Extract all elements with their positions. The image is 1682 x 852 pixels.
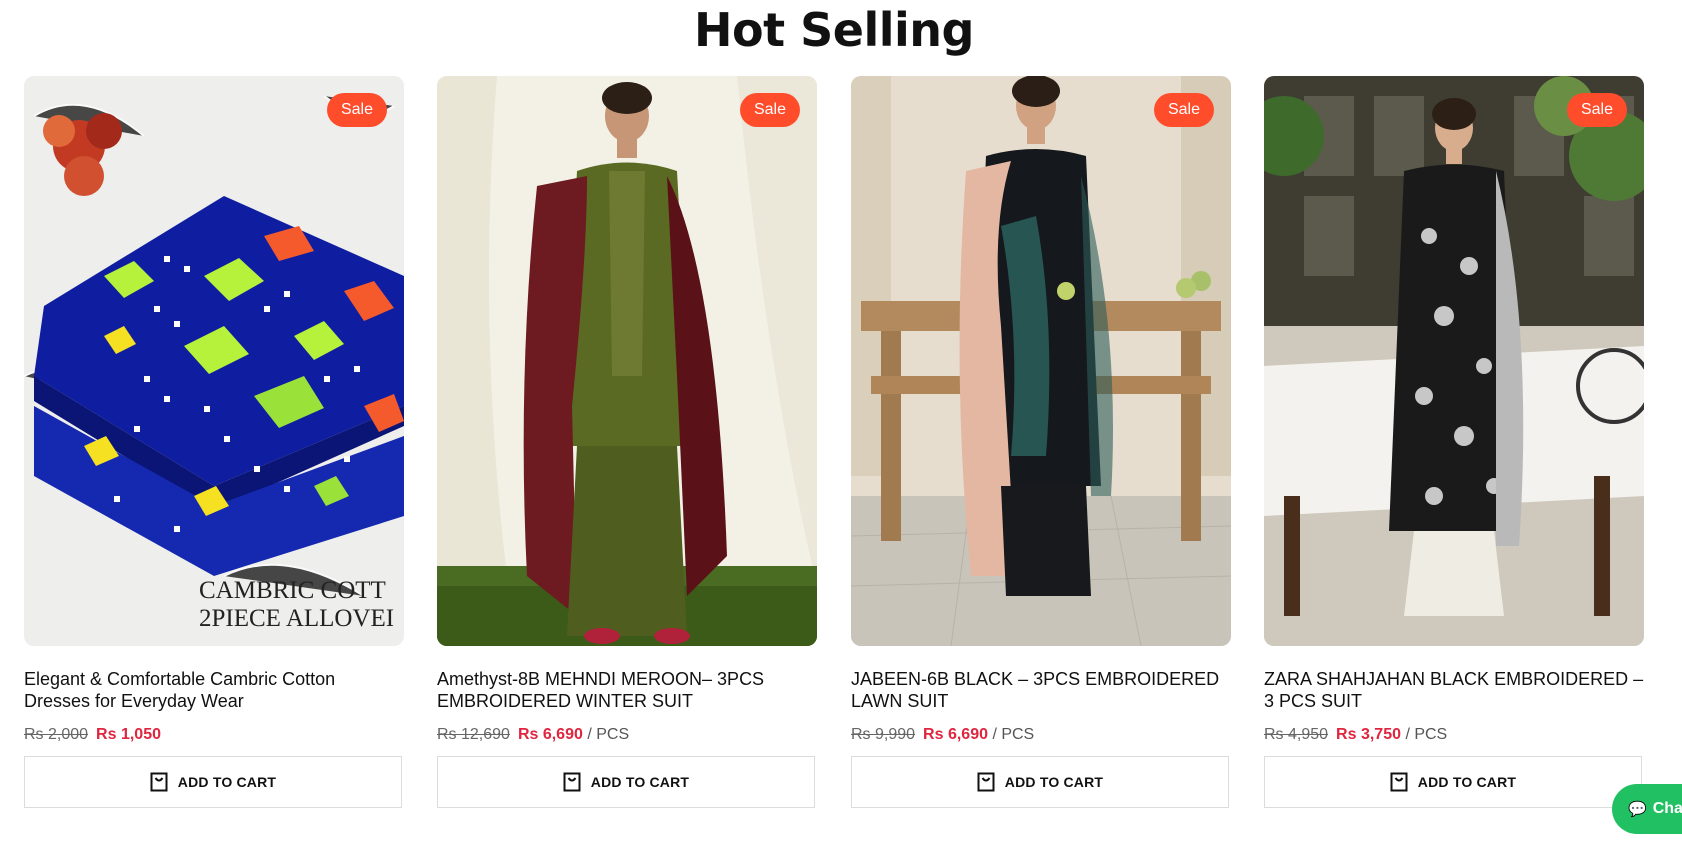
product-card: CAMBRIC COTT 2PIECE ALLOVEI Sale Elegant… (24, 76, 404, 816)
product-grid: CAMBRIC COTT 2PIECE ALLOVEI Sale Elegant… (24, 76, 1644, 816)
product-price: Rs 9,990 Rs 6,690 / PCS (851, 724, 1034, 746)
price-unit: / PCS (587, 726, 630, 743)
product-image-art (437, 76, 817, 646)
old-price: Rs 9,990 (851, 726, 916, 743)
shopping-bag-icon (150, 772, 168, 792)
old-price: Rs 4,950 (1264, 726, 1329, 743)
shopping-bag-icon (563, 772, 581, 792)
sale-badge: Sale (1566, 93, 1627, 127)
price-unit: / PCS (1405, 726, 1448, 743)
product-price: Rs 2,000 Rs 1,050 (24, 724, 161, 746)
add-to-cart-label: ADD TO CART (590, 774, 690, 790)
add-to-cart-button[interactable]: ADD TO CART (437, 756, 815, 808)
product-image[interactable]: Sale (437, 76, 817, 646)
product-price: Rs 4,950 Rs 3,750 / PCS (1264, 724, 1447, 746)
shopping-bag-icon (977, 772, 995, 792)
product-image-art (1264, 76, 1644, 646)
sale-price: Rs 1,050 (96, 726, 161, 743)
product-name[interactable]: Elegant & Comfortable Cambric Cotton Dre… (24, 668, 404, 712)
sale-price: Rs 6,690 (517, 726, 583, 743)
section-title: Hot Selling (694, 3, 974, 57)
chat-button[interactable]: 💬 Cha (1612, 784, 1682, 834)
product-price: Rs 12,690 Rs 6,690 / PCS (437, 724, 629, 746)
product-card: Sale JABEEN-6B BLACK – 3PCS EMBROIDERED … (851, 76, 1231, 816)
sale-price: Rs 3,750 (1336, 726, 1401, 743)
product-card: Sale Amethyst-8B MEHNDI MEROON– 3PCS EMB… (437, 76, 817, 816)
sale-price: Rs 6,690 (923, 726, 988, 743)
add-to-cart-label: ADD TO CART (177, 774, 277, 790)
price-unit: / PCS (992, 726, 1035, 743)
product-image-art: CAMBRIC COTT 2PIECE ALLOVEI (24, 76, 404, 646)
old-price: Rs 2,000 (24, 726, 89, 743)
product-card: Sale ZARA SHAHJAHAN BLACK EMBROIDERED – … (1264, 76, 1644, 816)
add-to-cart-label: ADD TO CART (1417, 774, 1517, 790)
product-name[interactable]: JABEEN-6B BLACK – 3PCS EMBROIDERED LAWN … (851, 668, 1231, 712)
image-caption-1: CAMBRIC COTT (199, 577, 386, 604)
add-to-cart-button[interactable]: ADD TO CART (1264, 756, 1642, 808)
add-to-cart-button[interactable]: ADD TO CART (24, 756, 402, 808)
add-to-cart-button[interactable]: ADD TO CART (851, 756, 1229, 808)
image-caption-2: 2PIECE ALLOVEI (199, 605, 394, 632)
chat-bubble-icon: 💬 (1628, 801, 1647, 818)
product-image-art (851, 76, 1231, 646)
sale-badge: Sale (739, 93, 800, 127)
chat-label: Cha (1652, 800, 1682, 817)
add-to-cart-label: ADD TO CART (1004, 774, 1104, 790)
old-price: Rs 12,690 (437, 726, 510, 743)
shopping-bag-icon (1390, 772, 1408, 792)
product-image[interactable]: Sale (1264, 76, 1644, 646)
product-image[interactable]: Sale (851, 76, 1231, 646)
product-name[interactable]: Amethyst-8B MEHNDI MEROON– 3PCS EMBROIDE… (437, 668, 817, 712)
sale-badge: Sale (1153, 93, 1214, 127)
sale-badge: Sale (326, 93, 387, 127)
product-image[interactable]: CAMBRIC COTT 2PIECE ALLOVEI Sale (24, 76, 404, 646)
product-name[interactable]: ZARA SHAHJAHAN BLACK EMBROIDERED – 3 PCS… (1264, 668, 1644, 712)
